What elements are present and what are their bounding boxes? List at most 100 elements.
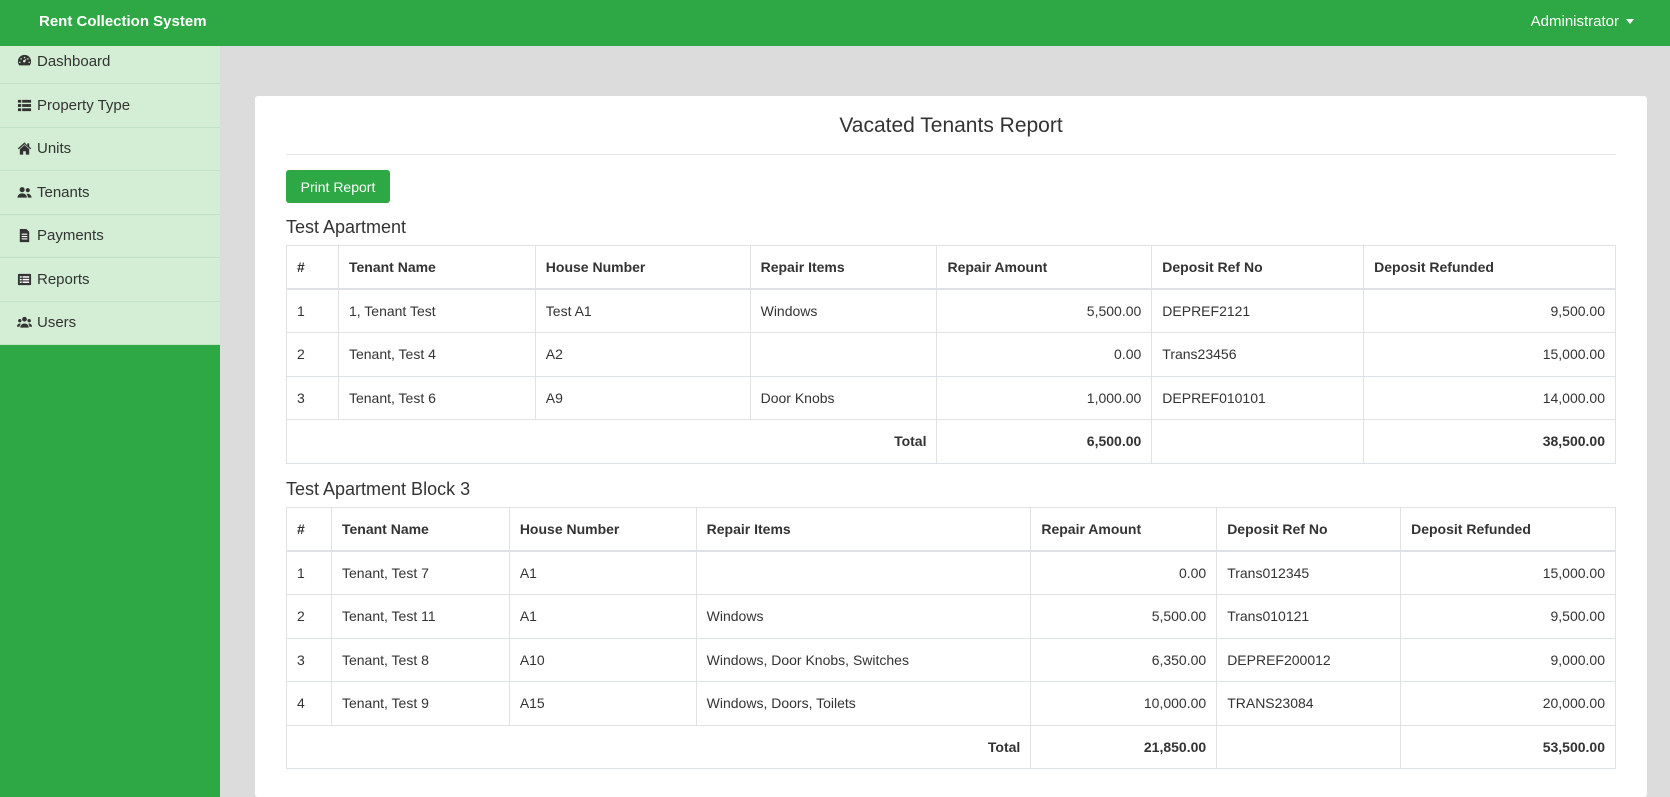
property-group-title: Test Apartment: [286, 217, 407, 237]
repair-items: Windows, Doors, Toilets: [695, 681, 1032, 726]
column-header: #: [286, 507, 332, 552]
sidebar: Dashboard Property Type Units Tenants Pa…: [0, 46, 220, 797]
sidebar-item-label: Reports: [37, 270, 90, 288]
deposit-refunded: 15,000.00: [1363, 332, 1616, 377]
deposit-refunded: 14,000.00: [1363, 375, 1616, 420]
house-number: A9: [534, 375, 751, 420]
table-row: 3 Tenant, Test 8 A10 Windows, Door Knobs…: [286, 637, 1616, 682]
sidebar-item-property-type[interactable]: Property Type: [0, 84, 220, 128]
column-header: Deposit Ref No: [1216, 507, 1402, 552]
sidebar-item-label: Property Type: [37, 96, 131, 114]
table-row: 3 Tenant, Test 6 A9 Door Knobs 1,000.00 …: [286, 375, 1616, 420]
app-brand[interactable]: Rent Collection System: [39, 13, 207, 30]
users-icon: [17, 317, 32, 328]
sidebar-item-label: Units: [37, 140, 72, 158]
total-empty-cell: [1216, 724, 1402, 769]
house-number: A1: [508, 594, 697, 639]
vacated-tenants-table: # Tenant Name House Number Repair Items …: [285, 245, 1616, 464]
repair-amount: 1,000.00: [936, 375, 1153, 420]
row-number: 3: [286, 375, 339, 420]
sidebar-item-payments[interactable]: Payments: [0, 215, 220, 258]
repair-items: Windows: [749, 288, 938, 333]
house-number: A1: [508, 550, 697, 595]
title-divider: [286, 154, 1616, 155]
repair-amount: 6,350.00: [1030, 637, 1218, 682]
sidebar-item-reports[interactable]: Reports: [0, 258, 220, 302]
deposit-refunded: 9,500.00: [1363, 288, 1616, 333]
home-icon: [17, 142, 32, 155]
column-header: Deposit Refunded: [1363, 245, 1616, 290]
table-row: 2 Tenant, Test 4 A2 0.00 Trans23456 15,0…: [286, 332, 1616, 377]
table-row: 1 1, Tenant Test Test A1 Windows 5,500.0…: [286, 288, 1616, 333]
table-header-row: # Tenant Name House Number Repair Items …: [286, 507, 1616, 552]
total-row: Total 21,850.00 53,500.00: [285, 724, 1616, 769]
sidebar-menu: Dashboard Property Type Units Tenants Pa…: [0, 46, 220, 345]
deposit-refunded: 15,000.00: [1400, 550, 1616, 595]
repair-amount: 0.00: [1030, 550, 1218, 595]
sidebar-item-label: Users: [37, 314, 77, 332]
row-number: 2: [286, 594, 332, 639]
sidebar-item-label: Tenants: [37, 183, 90, 201]
total-label: Total: [285, 419, 938, 464]
repair-items: Windows: [695, 594, 1032, 639]
total-repair-amount: 6,500.00: [936, 419, 1153, 464]
tenant-name: Tenant, Test 8: [330, 637, 510, 682]
repair-items: [695, 550, 1032, 595]
user-group-icon: [17, 186, 32, 198]
sidebar-item-tenants[interactable]: Tenants: [0, 171, 220, 215]
column-header: House Number: [508, 507, 697, 552]
row-number: 4: [286, 681, 332, 726]
column-header: Deposit Ref No: [1151, 245, 1365, 290]
total-deposit-refunded: 38,500.00: [1363, 419, 1616, 464]
repair-amount: 10,000.00: [1030, 681, 1218, 726]
total-row: Total 6,500.00 38,500.00: [285, 419, 1616, 464]
deposit-refunded: 9,000.00: [1400, 637, 1616, 682]
print-report-button[interactable]: Print Report: [286, 170, 390, 203]
table-row: 1 Tenant, Test 7 A1 0.00 Trans012345 15,…: [286, 550, 1616, 595]
deposit-ref-no: Trans23456: [1151, 332, 1365, 377]
total-label: Total: [285, 724, 1032, 769]
user-name: Administrator: [1530, 13, 1619, 30]
column-header: Repair Amount: [936, 245, 1153, 290]
caret-down-icon: [1626, 19, 1634, 24]
total-deposit-refunded: 53,500.00: [1400, 724, 1616, 769]
tenant-name: Tenant, Test 11: [330, 594, 510, 639]
tenant-name: Tenant, Test 4: [337, 332, 536, 377]
deposit-refunded: 9,500.00: [1400, 594, 1616, 639]
sidebar-item-users[interactable]: Users: [0, 302, 220, 345]
tenant-name: Tenant, Test 7: [330, 550, 510, 595]
row-number: 3: [286, 637, 332, 682]
house-number: A10: [508, 637, 697, 682]
house-number: Test A1: [534, 288, 751, 333]
repair-amount: 5,500.00: [936, 288, 1153, 333]
vacated-tenants-table: # Tenant Name House Number Repair Items …: [285, 507, 1616, 769]
deposit-ref-no: DEPREF200012: [1216, 637, 1402, 682]
column-header: #: [286, 245, 339, 290]
page-title: Vacated Tenants Report: [839, 114, 1063, 137]
tenant-name: Tenant, Test 9: [330, 681, 510, 726]
table-row: 4 Tenant, Test 9 A15 Windows, Doors, Toi…: [286, 681, 1616, 726]
user-menu-dropdown[interactable]: Administrator: [1531, 13, 1634, 30]
sidebar-item-dashboard[interactable]: Dashboard: [0, 46, 220, 84]
column-header: Tenant Name: [337, 245, 536, 290]
deposit-ref-no: TRANS23084: [1216, 681, 1402, 726]
tenant-name: Tenant, Test 6: [337, 375, 536, 420]
sidebar-item-label: Payments: [37, 227, 104, 245]
column-header: House Number: [534, 245, 751, 290]
row-number: 1: [286, 550, 332, 595]
list-icon: [17, 99, 32, 111]
repair-items: Windows, Door Knobs, Switches: [695, 637, 1032, 682]
top-navbar: Rent Collection System Administrator: [0, 0, 1670, 46]
tenant-name: 1, Tenant Test: [337, 288, 536, 333]
report-card: Vacated Tenants Report Print Report Test…: [255, 96, 1647, 797]
deposit-ref-no: DEPREF010101: [1151, 375, 1365, 420]
column-header: Repair Amount: [1030, 507, 1218, 552]
deposit-refunded: 20,000.00: [1400, 681, 1616, 726]
column-header: Repair Items: [749, 245, 938, 290]
sidebar-item-units[interactable]: Units: [0, 128, 220, 171]
deposit-ref-no: Trans012345: [1216, 550, 1402, 595]
row-number: 2: [286, 332, 339, 377]
dashboard-icon: [17, 54, 32, 66]
repair-items: [749, 332, 938, 377]
column-header: Deposit Refunded: [1400, 507, 1616, 552]
